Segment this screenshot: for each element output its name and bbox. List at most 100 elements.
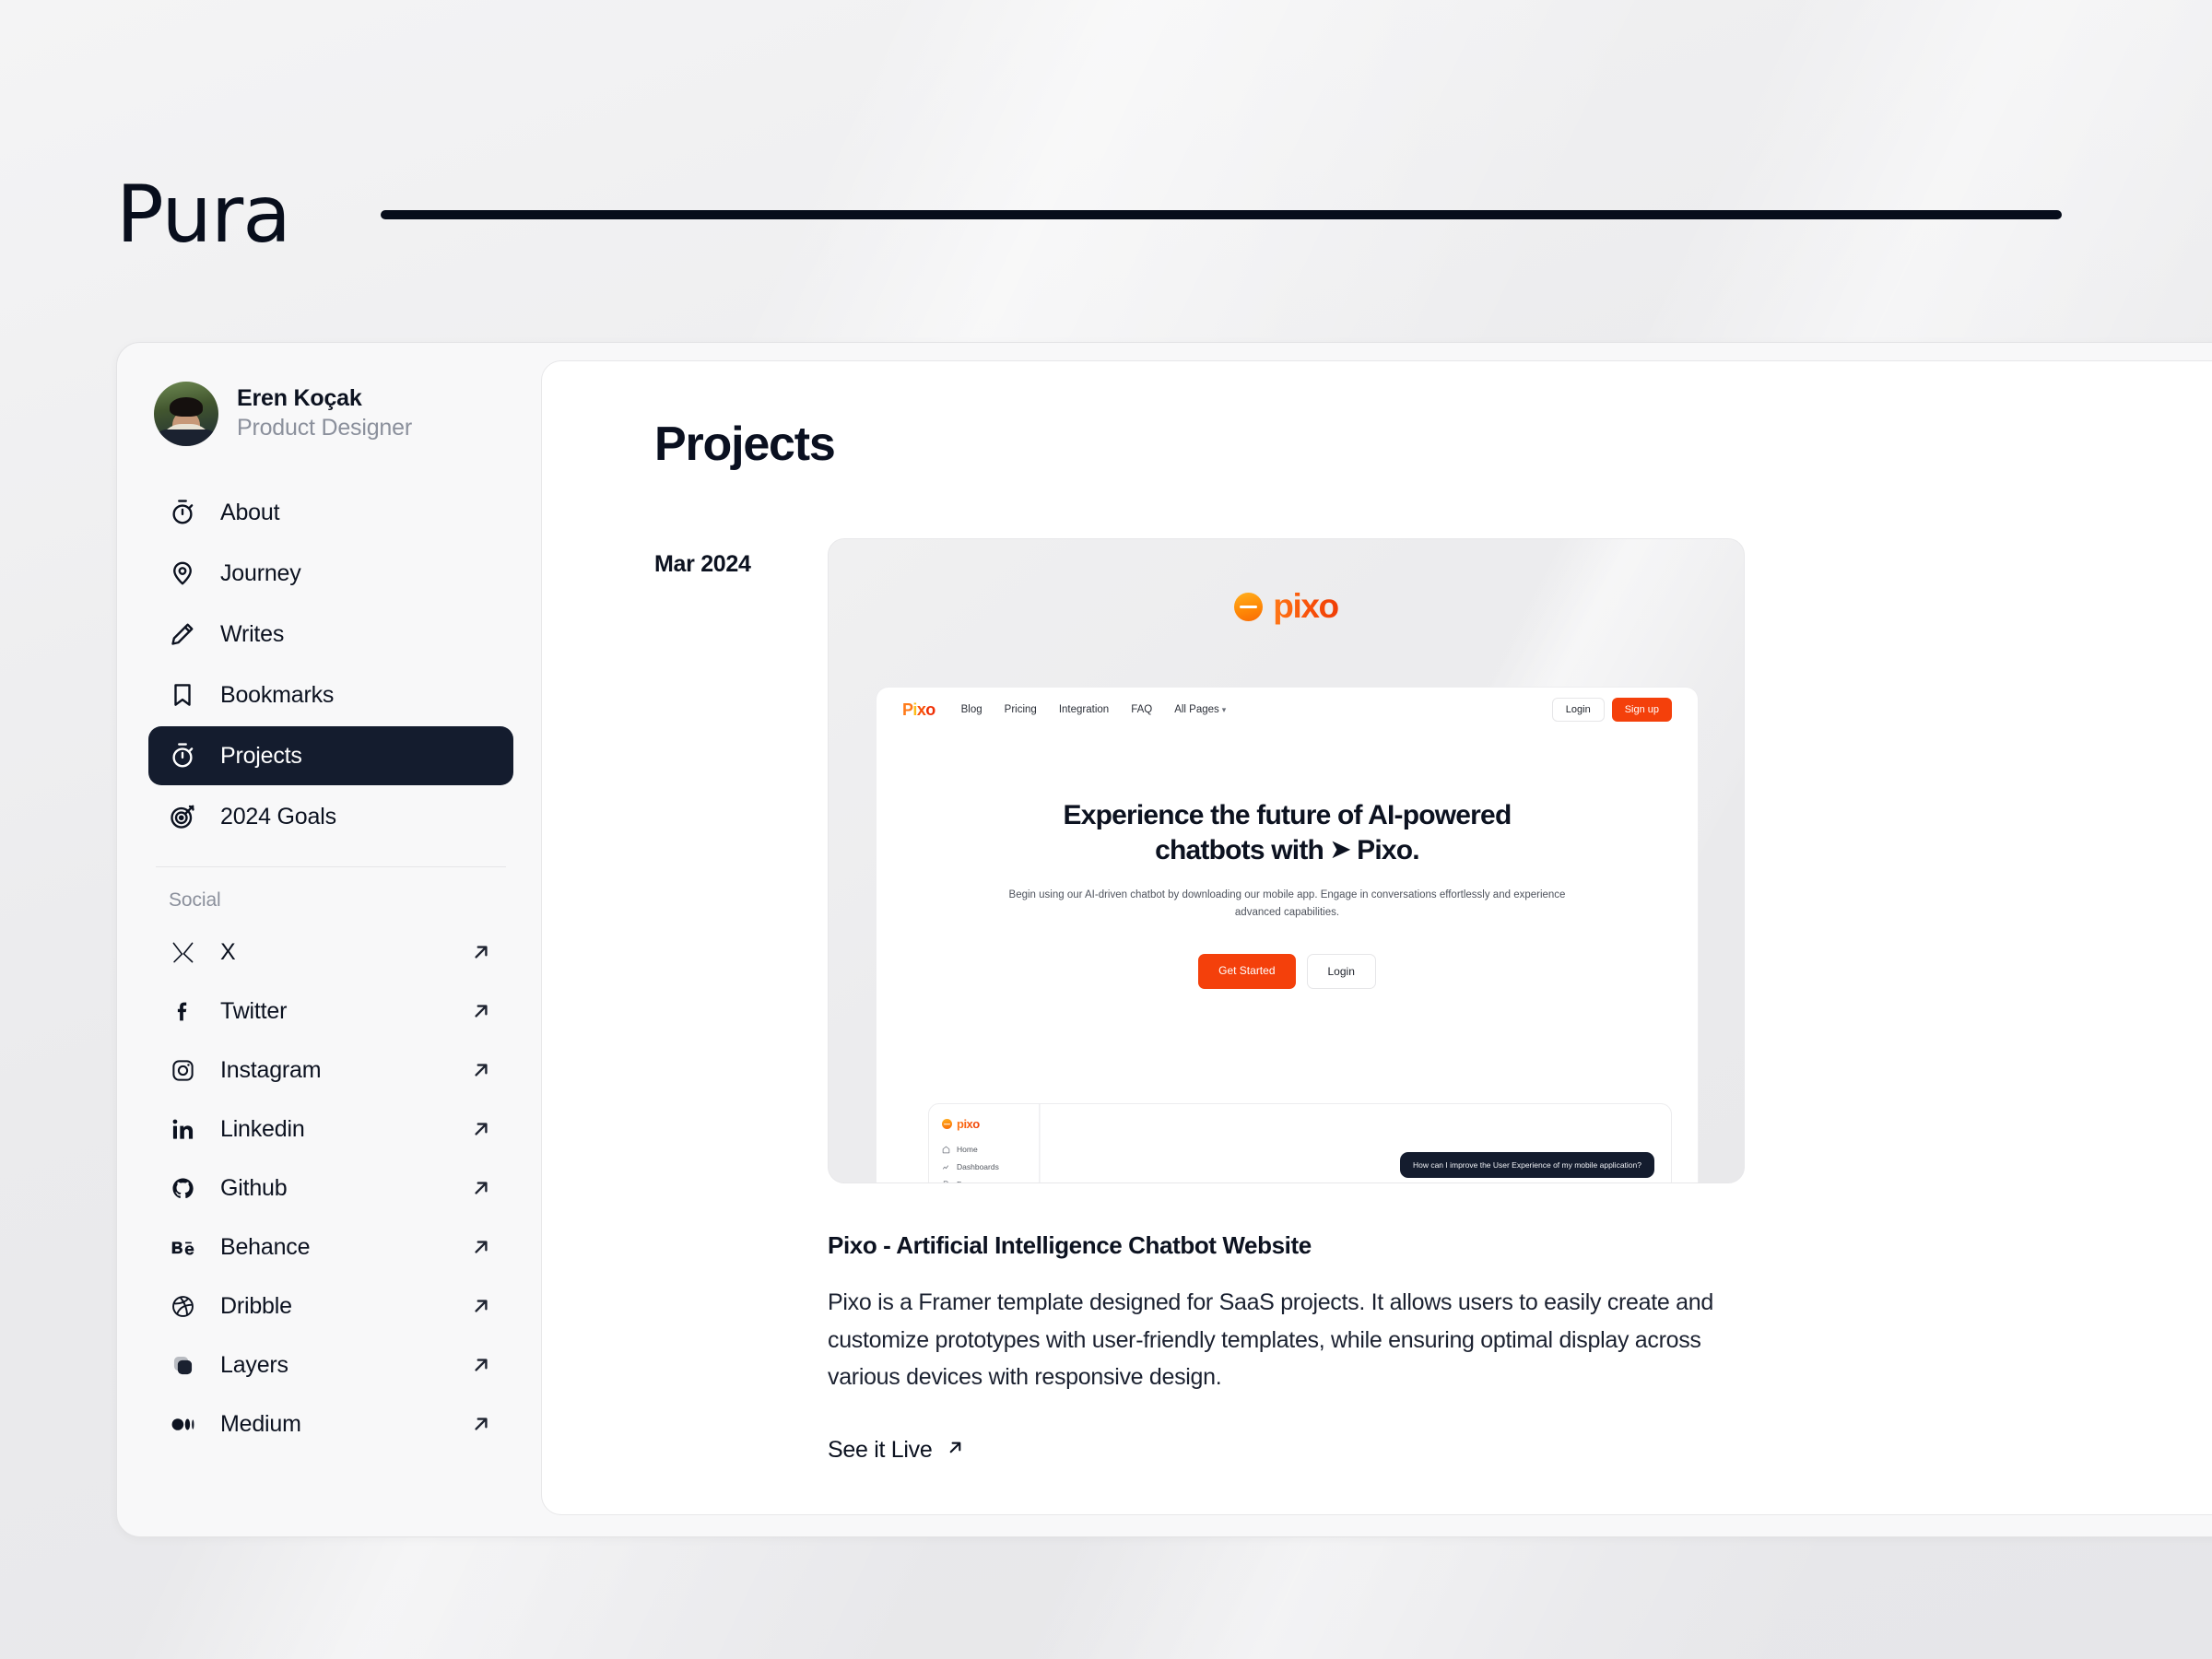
sidebar-nav: About Journey Writes Bookmarks Projects … — [148, 483, 513, 846]
mock-get-started-button[interactable]: Get Started — [1198, 953, 1296, 989]
dribbble-icon — [169, 1292, 196, 1320]
social-item-twitter[interactable]: Twitter — [148, 982, 513, 1041]
project-entry: Mar 2024 pixo Pixo Blog Pricing Integrat… — [654, 538, 2197, 1465]
project-description: Pixo is a Framer template designed for S… — [828, 1289, 1713, 1390]
linkedin-icon — [169, 1115, 196, 1143]
social-item-label: Twitter — [220, 997, 288, 1024]
sidebar-item-about[interactable]: About — [148, 483, 513, 542]
sidebar-item-2024-goals[interactable]: 2024 Goals — [148, 787, 513, 846]
github-icon — [169, 1174, 196, 1202]
mock-hero: Experience the future of AI-powered chat… — [877, 732, 1698, 989]
mock-hero-login-button[interactable]: Login — [1306, 953, 1376, 989]
pixo-circle-logo — [1234, 592, 1264, 621]
main-content-panel: Projects Mar 2024 pixo Pixo Blog Pricing… — [541, 360, 2212, 1515]
social-item-label: Medium — [220, 1410, 301, 1437]
facebook-icon — [169, 997, 196, 1025]
arrow-up-right-icon — [469, 1353, 493, 1377]
sidebar-item-bookmarks[interactable]: Bookmarks — [148, 665, 513, 724]
arrow-up-right-icon — [469, 940, 493, 964]
mock-nav-faq[interactable]: FAQ — [1131, 704, 1152, 715]
mock-hero-line1: Experience the future of AI-powered — [1063, 800, 1512, 830]
social-item-behance[interactable]: Behance — [148, 1218, 513, 1277]
preview-brand-word: pixo — [1273, 587, 1339, 625]
mock-app-nav-docs[interactable]: Docs — [942, 1180, 1028, 1182]
arrow-up-right-icon — [469, 1176, 493, 1200]
social-section-title: Social — [169, 889, 221, 911]
brand-header: Pura — [116, 171, 2107, 259]
social-item-label: Instagram — [220, 1056, 322, 1083]
sidebar-item-label: Writes — [220, 620, 285, 647]
mock-hero-line2-before: chatbots with — [1155, 834, 1324, 865]
sidebar-item-journey[interactable]: Journey — [148, 544, 513, 603]
sidebar-item-label: Bookmarks — [220, 681, 335, 708]
project-title: Pixo - Artificial Intelligence Chatbot W… — [828, 1231, 1312, 1259]
mock-app-sidebar: pixo Home Dashboards — [929, 1104, 1040, 1182]
arrow-right-icon: ➤ — [1330, 834, 1351, 863]
mock-app-nav-label: Home — [957, 1145, 978, 1154]
mock-nav-pricing[interactable]: Pricing — [1005, 704, 1037, 715]
mock-app-nav-dashboards[interactable]: Dashboards — [942, 1162, 1028, 1171]
social-item-label: Behance — [220, 1233, 311, 1260]
mock-hero-line2-after: Pixo. — [1357, 834, 1419, 865]
mock-nav-blog[interactable]: Blog — [961, 704, 982, 715]
stopwatch-icon — [169, 499, 196, 526]
mock-nav-integration[interactable]: Integration — [1059, 704, 1109, 715]
mock-signup-button[interactable]: Sign up — [1611, 698, 1672, 722]
arrow-up-right-icon — [945, 1437, 966, 1465]
mock-nav-all-pages[interactable]: All Pages ▾ — [1174, 704, 1226, 715]
arrow-up-right-icon — [469, 1235, 493, 1259]
layers-icon — [169, 1351, 196, 1379]
mock-nav-all-pages-label: All Pages — [1174, 704, 1219, 715]
map-pin-icon — [169, 559, 196, 587]
sidebar-item-label: Journey — [220, 559, 301, 586]
mock-navbar: Pixo Blog Pricing Integration FAQ All Pa… — [877, 688, 1698, 732]
sidebar-divider — [156, 866, 506, 867]
document-icon — [943, 1180, 949, 1182]
arrow-up-right-icon — [469, 1294, 493, 1318]
pencil-icon — [169, 620, 196, 648]
project-preview-image[interactable]: pixo Pixo Blog Pricing Integration FAQ A… — [828, 538, 1745, 1183]
social-item-label: Layers — [220, 1351, 288, 1378]
mock-app-nav-home[interactable]: Home — [942, 1145, 1028, 1154]
sidebar-item-writes[interactable]: Writes — [148, 605, 513, 664]
target-icon — [169, 803, 196, 830]
social-item-label: Github — [220, 1174, 288, 1201]
sidebar: Eren Koçak Product Designer About Journe… — [117, 343, 541, 1536]
bookmark-icon — [169, 681, 196, 709]
sidebar-item-label: About — [220, 499, 280, 525]
profile-name: Eren Koçak — [237, 385, 362, 412]
pixo-circle-logo — [942, 1119, 952, 1129]
social-item-medium[interactable]: Medium — [148, 1394, 513, 1453]
chart-line-icon — [942, 1164, 949, 1170]
sidebar-item-projects[interactable]: Projects — [148, 726, 513, 785]
social-item-linkedin[interactable]: Linkedin — [148, 1100, 513, 1159]
x-twitter-icon — [169, 938, 196, 966]
social-item-x[interactable]: X — [148, 923, 513, 982]
chat-app-mockup: pixo Home Dashboards How can I improve t… — [928, 1103, 1672, 1182]
social-item-dribble[interactable]: Dribble — [148, 1277, 513, 1335]
social-list: X Twitter Instagram Linkedin Github Beha… — [148, 923, 513, 1453]
social-item-label: X — [220, 938, 236, 965]
brand-name: Pura — [116, 169, 291, 261]
sidebar-item-label: 2024 Goals — [220, 803, 336, 830]
arrow-up-right-icon — [469, 1058, 493, 1082]
social-item-layers[interactable]: Layers — [148, 1335, 513, 1394]
arrow-up-right-icon — [469, 1117, 493, 1141]
stopwatch-icon — [169, 742, 196, 770]
mock-app-logo: pixo — [942, 1117, 1028, 1131]
social-item-instagram[interactable]: Instagram — [148, 1041, 513, 1100]
mock-app-nav-label: Dashboards — [957, 1162, 999, 1171]
chevron-down-icon: ▾ — [1221, 705, 1227, 714]
page-title: Projects — [654, 418, 836, 471]
arrow-up-right-icon — [469, 999, 493, 1023]
profile-role: Product Designer — [237, 415, 412, 441]
home-icon — [942, 1146, 950, 1153]
sidebar-item-label: Projects — [220, 742, 302, 769]
social-item-github[interactable]: Github — [148, 1159, 513, 1218]
browser-mockup: Pixo Blog Pricing Integration FAQ All Pa… — [876, 687, 1699, 1182]
social-item-label: Dribble — [220, 1292, 292, 1319]
preview-brand: pixo — [829, 587, 1744, 626]
mock-chat-area: How can I improve the User Experience of… — [1040, 1104, 1671, 1182]
mock-login-button[interactable]: Login — [1551, 698, 1605, 722]
see-it-live-link[interactable]: See it Live — [828, 1437, 966, 1465]
